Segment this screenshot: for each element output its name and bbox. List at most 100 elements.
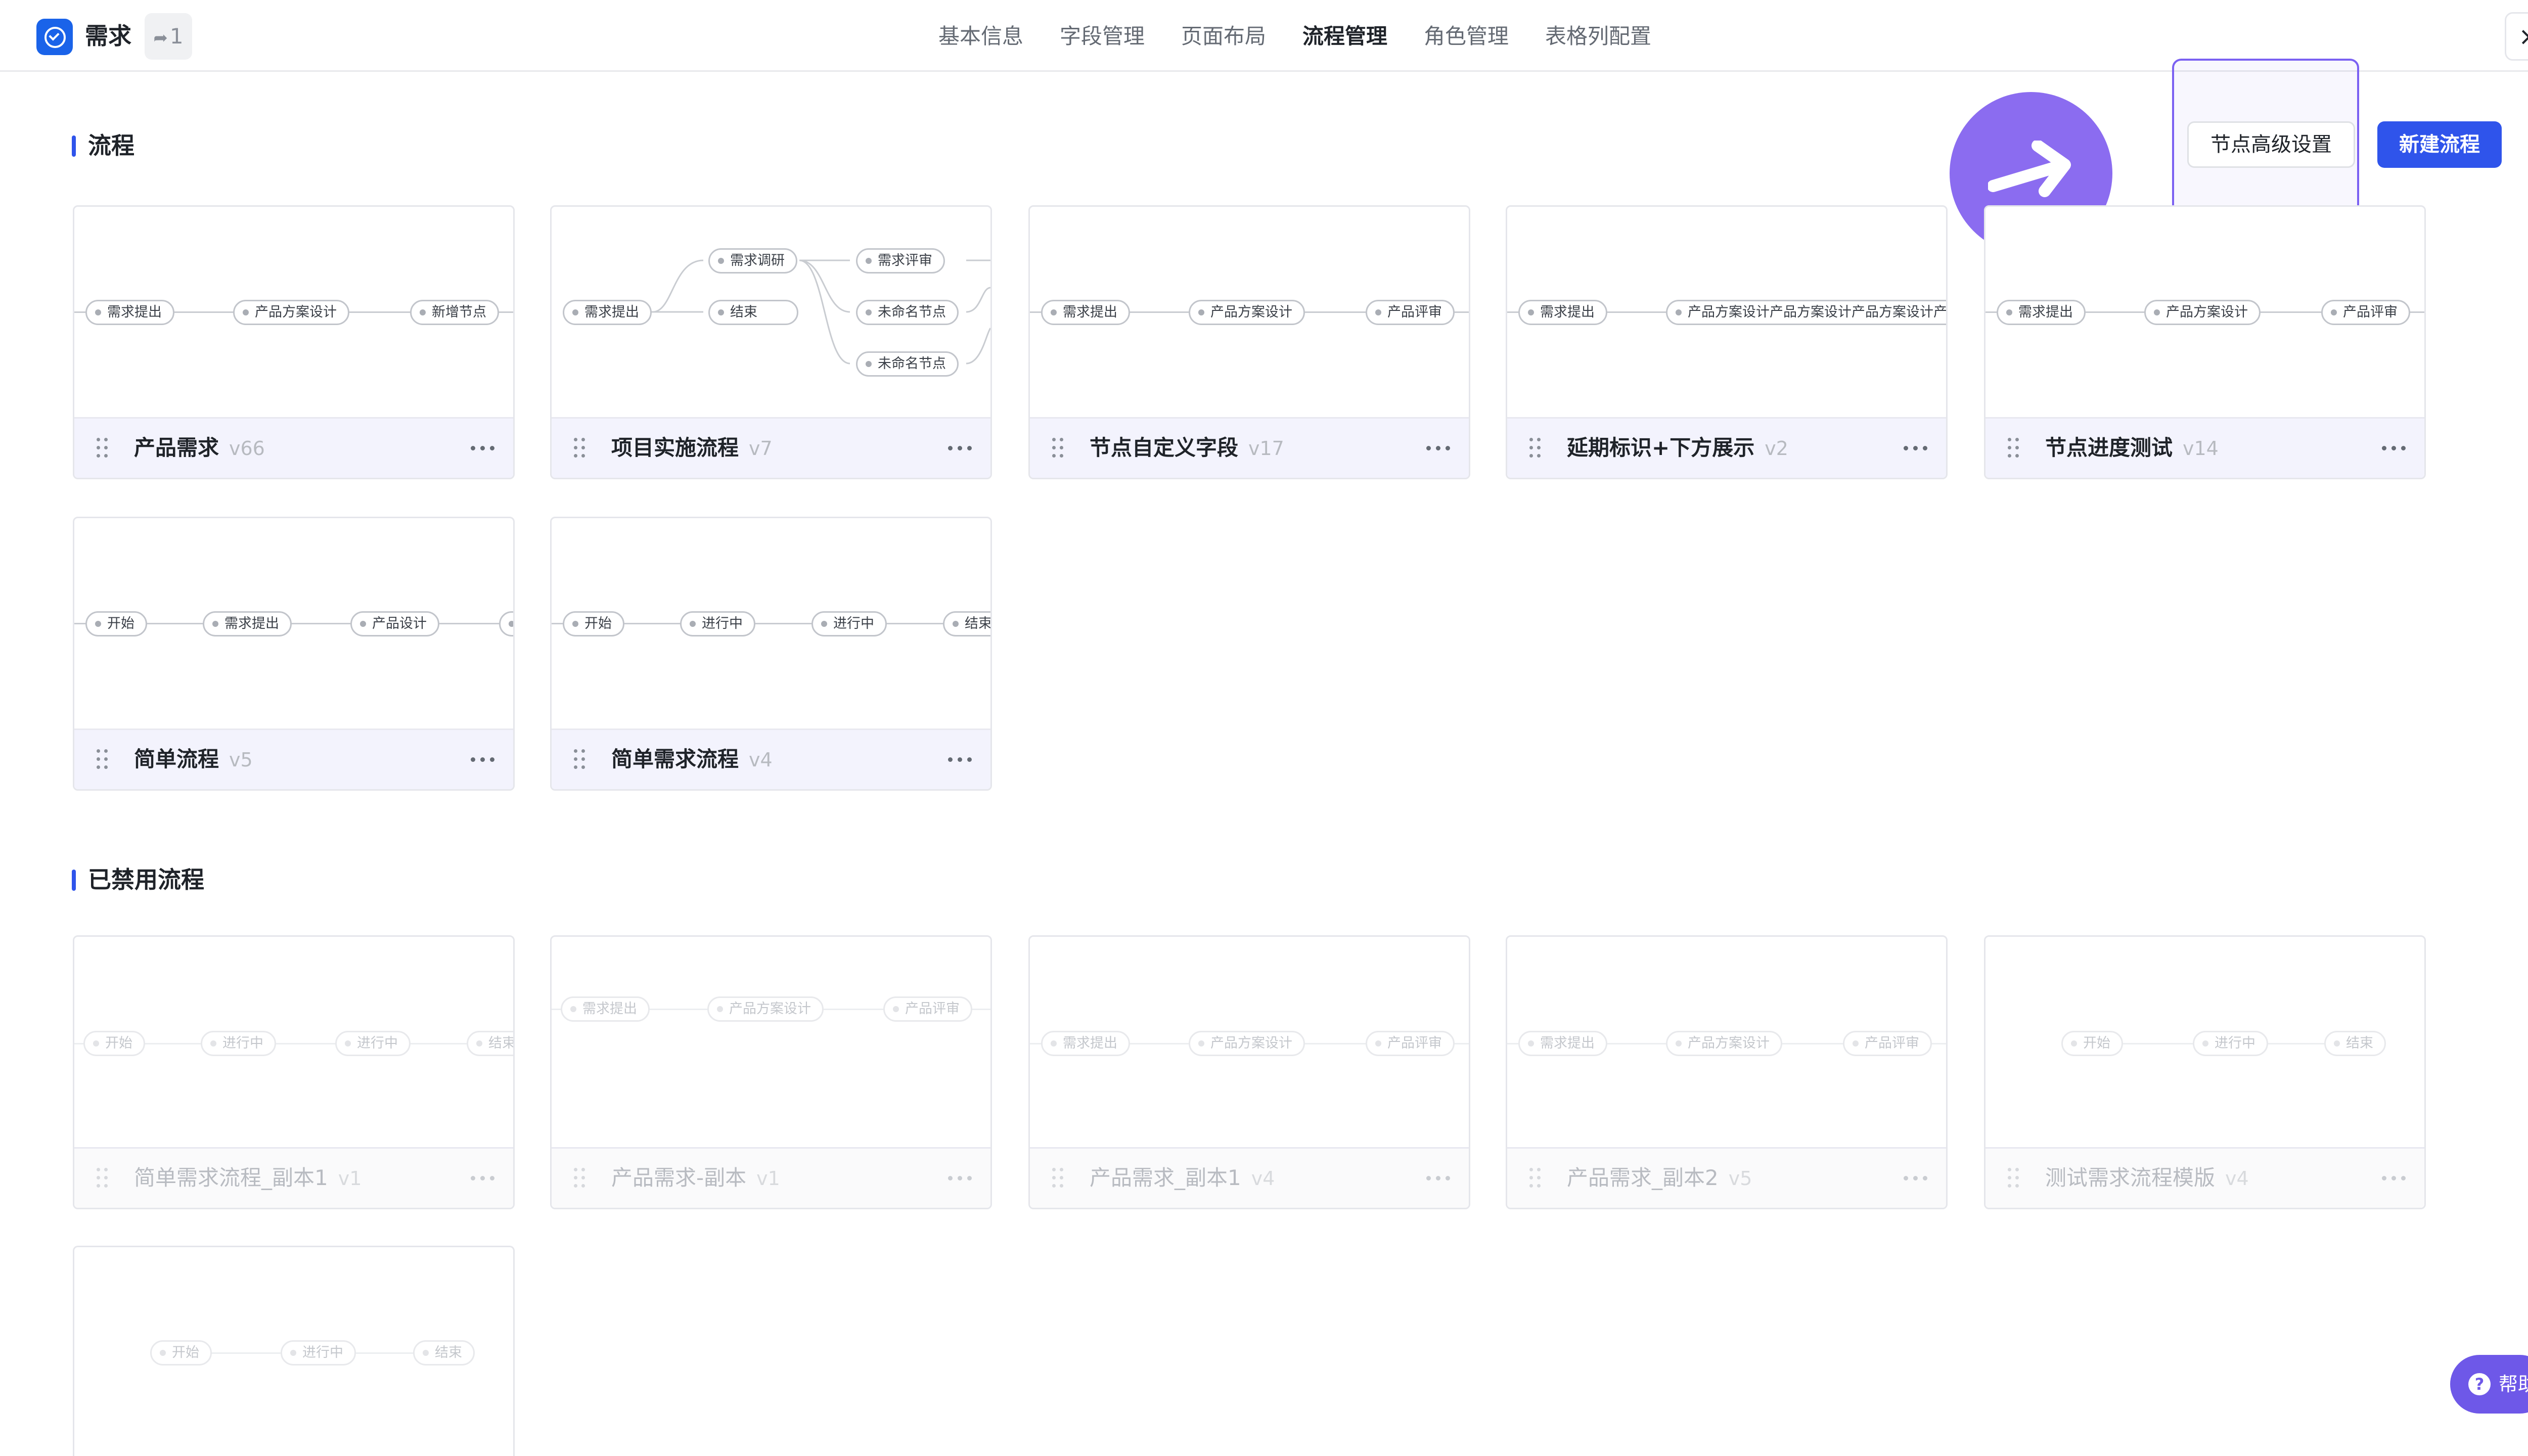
flow-node: 开始: [2061, 1031, 2123, 1056]
flow-node: 进行中: [680, 611, 755, 636]
flow-preview: 需求提出 需求调研 结束 需求评审 未命名节点 未命名节点: [552, 207, 990, 417]
flow-preview: 需求提出 产品方案设计 产品评审: [552, 937, 990, 1147]
flow-card[interactable]: 需求提出 产品方案设计产品方案设计产品方案设计产品方案设计 延期标识+下方展示v…: [1506, 205, 1948, 479]
advanced-node-settings-button[interactable]: 节点高级设置: [2187, 121, 2355, 168]
more-icon[interactable]: [1426, 446, 1451, 451]
flow-version: v2: [1765, 437, 1788, 460]
flow-preview: 开始 进行中 结束: [74, 1247, 513, 1456]
more-icon[interactable]: [471, 1176, 495, 1181]
flow-name: 产品需求 v66: [134, 435, 265, 460]
flow-card-disabled[interactable]: 开始 进行中 进行中 结束 简单需求流程_副本1 v1: [73, 935, 515, 1209]
new-flow-button[interactable]: 新建流程: [2377, 121, 2502, 168]
flow-node: 结束: [467, 1031, 513, 1056]
flow-card-disabled[interactable]: 需求提出 产品方案设计 产品评审 产品需求_副本1 v4: [1028, 935, 1470, 1209]
more-icon[interactable]: [948, 1176, 972, 1181]
drag-handle-icon[interactable]: [97, 749, 109, 769]
flow-node: 开始: [85, 611, 147, 636]
tab-basic-info[interactable]: 基本信息: [938, 21, 1023, 52]
flow-node: 结束: [413, 1340, 475, 1366]
flow-node: 需求评审: [856, 248, 945, 274]
flow-card-disabled[interactable]: 开始 进行中 结束 测试需求流程模版 v4: [1984, 935, 2426, 1209]
flow-node: 产品评审: [1843, 1031, 1932, 1056]
flow-name: 节点自定义字段 v17: [1090, 435, 1284, 460]
card-footer: 产品需求 v66: [74, 417, 513, 478]
flow-node: 结束: [943, 611, 990, 636]
flow-node: 产品方案设计: [233, 300, 349, 325]
help-question-icon: ?: [2468, 1373, 2491, 1395]
more-icon[interactable]: [2382, 446, 2406, 451]
tab-flow-management[interactable]: 流程管理: [1302, 21, 1387, 52]
tab-page-layout[interactable]: 页面布局: [1181, 21, 1266, 52]
drag-handle-icon[interactable]: [2008, 1168, 2020, 1188]
more-icon[interactable]: [471, 446, 495, 451]
flow-card[interactable]: 需求提出 需求调研 结束 需求评审 未命名节点 未命名节点 项目实施流程 v7: [550, 205, 992, 479]
flow-card-disabled[interactable]: 需求提出 产品方案设计 产品评审 产品需求-副本 v1: [550, 935, 992, 1209]
flow-preview: 开始 进行中 进行中 结束: [552, 518, 990, 729]
flow-node: 进行中: [335, 1031, 411, 1056]
flow-node: 产品评审: [2321, 300, 2410, 325]
share-count-chip[interactable]: ➦1: [145, 13, 192, 60]
flow-version: v4: [2225, 1167, 2249, 1190]
flow-card[interactable]: 需求提出 产品方案设计 产品评审 节点自定义字段 v17: [1028, 205, 1470, 479]
tab-field-management[interactable]: 字段管理: [1060, 21, 1145, 52]
card-footer: 简单流程 v5: [74, 729, 513, 789]
app-check-icon: [36, 19, 73, 55]
card-footer: 节点自定义字段 v17: [1030, 417, 1469, 478]
drag-handle-icon[interactable]: [1529, 438, 1542, 458]
drag-handle-icon[interactable]: [574, 438, 586, 458]
more-icon[interactable]: [1904, 1176, 1928, 1181]
flow-preview: 开始 需求提出 产品设计: [74, 518, 513, 729]
drag-handle-icon[interactable]: [97, 1168, 109, 1188]
flow-node: 产品方案设计: [1189, 1031, 1305, 1056]
flow-node: 产品评审: [883, 996, 972, 1022]
close-button[interactable]: ×: [2505, 12, 2528, 61]
more-icon[interactable]: [1904, 446, 1928, 451]
flow-node: 需求提出: [1518, 1031, 1607, 1056]
flow-card[interactable]: 开始 进行中 进行中 结束 简单需求流程 v4: [550, 517, 992, 791]
flow-name: 简单需求流程 v4: [611, 747, 773, 771]
flow-card[interactable]: 开始 需求提出 产品设计 简单流程 v5: [73, 517, 515, 791]
more-icon[interactable]: [948, 446, 972, 451]
flow-version: v17: [1248, 437, 1284, 460]
flow-name: 项目实施流程 v7: [611, 435, 773, 460]
flow-node: 产品方案设计产品方案设计产品方案设计产品方案设计: [1666, 300, 1946, 325]
flow-card[interactable]: 需求提出 产品方案设计 新增节点 产品需求 v66: [73, 205, 515, 479]
tab-table-column-config[interactable]: 表格列配置: [1545, 21, 1651, 52]
help-button[interactable]: ? 帮助: [2450, 1355, 2528, 1414]
drag-handle-icon[interactable]: [1052, 438, 1064, 458]
drag-handle-icon[interactable]: [1052, 1168, 1064, 1188]
section-title-disabled: 已禁用流程: [72, 863, 204, 896]
card-footer: 延期标识+下方展示 v2: [1507, 417, 1946, 478]
flow-preview: 需求提出 产品方案设计 产品评审: [1030, 207, 1469, 417]
flow-card-disabled[interactable]: 开始 进行中 结束: [73, 1246, 515, 1456]
flow-node: 结束: [708, 300, 798, 325]
more-icon[interactable]: [1426, 1176, 1451, 1181]
drag-handle-icon[interactable]: [574, 749, 586, 769]
flow-node: 产品评审: [1366, 1031, 1455, 1056]
card-footer: 简单需求流程_副本1 v1: [74, 1147, 513, 1208]
drag-handle-icon[interactable]: [2008, 438, 2020, 458]
flow-node: 产品评审: [1366, 300, 1455, 325]
drag-handle-icon[interactable]: [1529, 1168, 1542, 1188]
flow-node: 产品方案设计: [1666, 1031, 1782, 1056]
flow-node: 进行中: [811, 611, 887, 636]
flow-card-disabled[interactable]: 需求提出 产品方案设计 产品评审 产品需求_副本2 v5: [1506, 935, 1948, 1209]
flow-preview: 需求提出 产品方案设计 新增节点: [74, 207, 513, 417]
flow-name: 产品需求_副本2 v5: [1567, 1165, 1752, 1190]
flow-name: 产品需求_副本1 v4: [1090, 1165, 1275, 1190]
drag-handle-icon[interactable]: [97, 438, 109, 458]
flow-name: 延期标识+下方展示 v2: [1567, 435, 1788, 460]
more-icon[interactable]: [2382, 1176, 2406, 1181]
flow-preview: 需求提出 产品方案设计 产品评审: [1030, 937, 1469, 1147]
more-icon[interactable]: [948, 757, 972, 762]
drag-handle-icon[interactable]: [574, 1168, 586, 1188]
flow-node: 进行中: [201, 1031, 276, 1056]
card-footer: 节点进度测试 v14: [1985, 417, 2424, 478]
flow-preview: 开始 进行中 结束: [1985, 937, 2424, 1147]
tab-role-management[interactable]: 角色管理: [1424, 21, 1509, 52]
more-icon[interactable]: [471, 757, 495, 762]
flow-node: 需求提出: [1041, 300, 1130, 325]
flow-name: 节点进度测试 v14: [2045, 435, 2219, 460]
flow-card[interactable]: 需求提出 产品方案设计 产品评审 节点进度测试 v14: [1984, 205, 2426, 479]
flow-preview: 开始 进行中 进行中 结束: [74, 937, 513, 1147]
